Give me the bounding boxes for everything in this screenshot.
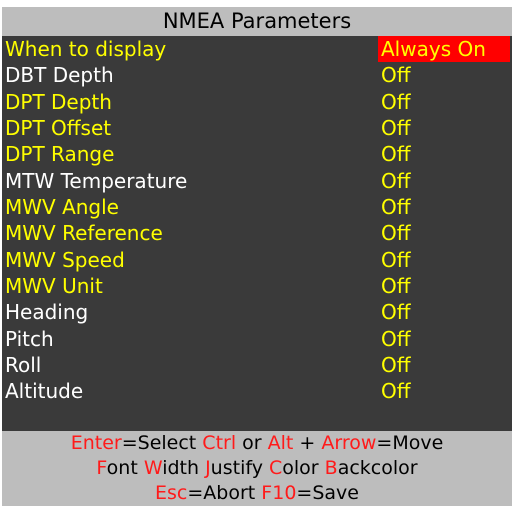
parameter-row[interactable]: MWV Angle Off xyxy=(2,194,512,220)
font-key-hint: F xyxy=(96,457,107,479)
parameter-label: MWV Angle xyxy=(5,195,119,220)
dialog-title: NMEA Parameters xyxy=(2,7,512,36)
parameter-row[interactable]: MWV Reference Off xyxy=(2,220,512,246)
parameter-label: DPT Range xyxy=(5,142,115,167)
parameter-row[interactable]: Roll Off xyxy=(2,352,512,378)
parameter-label: DPT Depth xyxy=(5,89,112,114)
abort-hint-text: =Abort xyxy=(187,482,262,504)
parameter-value[interactable]: Off xyxy=(378,168,510,194)
or-text: or xyxy=(236,432,268,454)
esc-key-hint: Esc xyxy=(155,482,188,504)
parameter-label: MWV Speed xyxy=(5,247,125,272)
parameter-row[interactable]: DPT Offset Off xyxy=(2,115,512,141)
parameter-label: Roll xyxy=(5,353,42,378)
key-help-footer: Enter=Select Ctrl or Alt + Arrow=Move Fo… xyxy=(2,431,512,506)
width-hint-text: idth xyxy=(162,457,206,479)
parameter-value[interactable]: Off xyxy=(378,378,510,404)
parameter-label: Altitude xyxy=(5,379,84,404)
parameter-value[interactable]: Always On xyxy=(378,36,510,62)
parameter-row[interactable]: MWV Unit Off xyxy=(2,273,512,299)
parameter-row[interactable]: DBT Depth Off xyxy=(2,62,512,88)
color-key-hint: C xyxy=(268,457,283,479)
parameter-row[interactable]: DPT Range Off xyxy=(2,141,512,167)
parameter-label: Pitch xyxy=(5,326,54,351)
f10-key-hint: F10 xyxy=(261,482,297,504)
parameter-label: DPT Offset xyxy=(5,116,112,141)
parameter-value[interactable]: Off xyxy=(378,247,510,273)
font-hint-text: ont xyxy=(106,457,144,479)
footer-line-formatting: Font Width Justify Color Backcolor xyxy=(2,456,512,481)
parameter-row[interactable]: MWV Speed Off xyxy=(2,247,512,273)
parameter-value[interactable]: Off xyxy=(378,115,510,141)
parameter-row[interactable]: Altitude Off xyxy=(2,378,512,404)
arrow-key-hint: Arrow xyxy=(321,432,377,454)
parameter-value[interactable]: Off xyxy=(378,352,510,378)
select-hint-text: =Select xyxy=(121,432,203,454)
save-hint-text: =Save xyxy=(296,482,359,504)
parameter-value[interactable]: Off xyxy=(378,326,510,352)
backcolor-hint-text: ackcolor xyxy=(337,457,418,479)
parameter-value[interactable]: Off xyxy=(378,299,510,325)
parameter-row[interactable]: Heading Off xyxy=(2,299,512,325)
parameter-value[interactable]: Off xyxy=(378,89,510,115)
parameter-value[interactable]: Off xyxy=(378,194,510,220)
justify-hint-text: ustify xyxy=(210,457,269,479)
plus-text: + xyxy=(293,432,322,454)
enter-key-hint: Enter xyxy=(70,432,122,454)
parameter-label: MTW Temperature xyxy=(5,168,188,193)
parameter-value[interactable]: Off xyxy=(378,62,510,88)
alt-key-hint: Alt xyxy=(267,432,294,454)
parameter-label: Heading xyxy=(5,300,89,325)
parameter-label: DBT Depth xyxy=(5,63,114,88)
parameter-value[interactable]: Off xyxy=(378,220,510,246)
parameter-value[interactable]: Off xyxy=(378,141,510,167)
parameter-row[interactable]: MTW Temperature Off xyxy=(2,168,512,194)
footer-line-navigation: Enter=Select Ctrl or Alt + Arrow=Move xyxy=(2,431,512,456)
parameter-label: MWV Unit xyxy=(5,274,103,299)
color-hint-text: olor xyxy=(282,457,325,479)
parameter-row[interactable]: Pitch Off xyxy=(2,326,512,352)
ctrl-key-hint: Ctrl xyxy=(202,432,237,454)
parameter-row[interactable]: When to display Always On xyxy=(2,36,512,62)
parameter-list: When to display Always On DBT Depth Off DPT … xyxy=(2,36,512,405)
parameter-label: MWV Reference xyxy=(5,221,163,246)
footer-line-exit: Esc=Abort F10=Save xyxy=(2,481,512,506)
move-hint-text: =Move xyxy=(376,432,444,454)
nmea-parameters-dialog: NMEA Parameters When to display Always On… xyxy=(2,7,512,506)
parameter-label: When to display xyxy=(5,37,167,61)
parameter-row[interactable]: DPT Depth Off xyxy=(2,89,512,115)
width-key-hint: W xyxy=(143,457,163,479)
backcolor-key-hint: B xyxy=(324,457,338,479)
parameter-value[interactable]: Off xyxy=(378,273,510,299)
